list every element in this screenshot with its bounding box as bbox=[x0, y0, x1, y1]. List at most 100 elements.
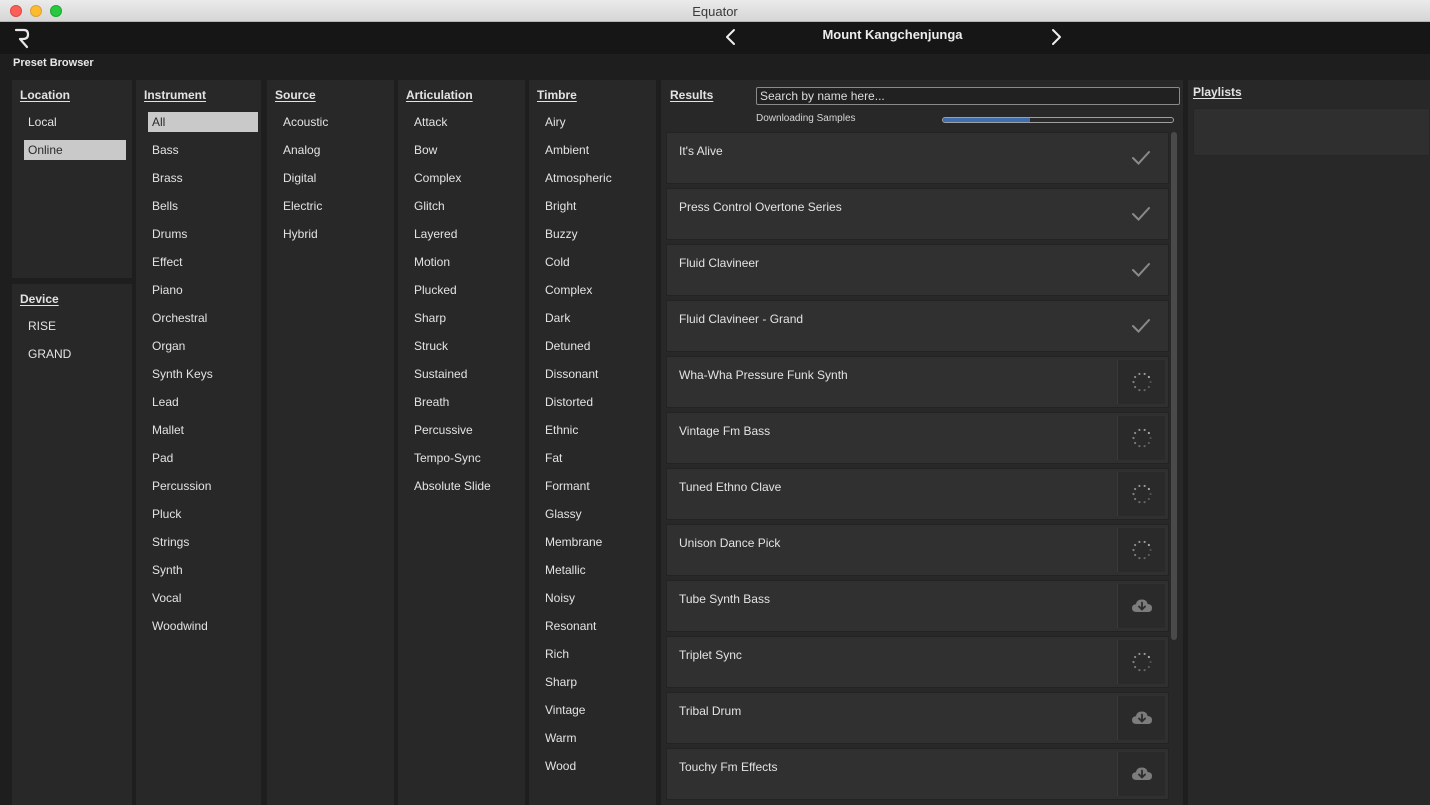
device-item-rise[interactable]: RISE bbox=[20, 316, 126, 344]
timbre-item-dark[interactable]: Dark bbox=[537, 308, 650, 336]
articulation-item-motion[interactable]: Motion bbox=[406, 252, 519, 280]
articulation-item-plucked[interactable]: Plucked bbox=[406, 280, 519, 308]
device-item-grand[interactable]: GRAND bbox=[20, 344, 126, 372]
instrument-item-woodwind[interactable]: Woodwind bbox=[144, 616, 255, 644]
timbre-heading[interactable]: Timbre bbox=[537, 88, 577, 102]
timbre-item-ambient[interactable]: Ambient bbox=[537, 140, 650, 168]
timbre-item-resonant[interactable]: Resonant bbox=[537, 616, 650, 644]
instrument-item-effect[interactable]: Effect bbox=[144, 252, 255, 280]
instrument-item-percussion[interactable]: Percussion bbox=[144, 476, 255, 504]
timbre-item-atmospheric[interactable]: Atmospheric bbox=[537, 168, 650, 196]
timbre-item-airy[interactable]: Airy bbox=[537, 112, 650, 140]
articulation-item-sharp[interactable]: Sharp bbox=[406, 308, 519, 336]
instrument-item-label: Brass bbox=[152, 171, 183, 185]
timbre-item-warm[interactable]: Warm bbox=[537, 728, 650, 756]
download-button[interactable] bbox=[1117, 696, 1165, 740]
result-row[interactable]: Tuned Ethno Clave bbox=[666, 468, 1169, 520]
timbre-item-glassy[interactable]: Glassy bbox=[537, 504, 650, 532]
source-heading[interactable]: Source bbox=[275, 88, 316, 102]
source-item-hybrid[interactable]: Hybrid bbox=[275, 224, 388, 252]
instrument-item-organ[interactable]: Organ bbox=[144, 336, 255, 364]
result-row[interactable]: Triplet Sync bbox=[666, 636, 1169, 688]
result-row[interactable]: It's Alive bbox=[666, 132, 1169, 184]
timbre-item-label: Bright bbox=[545, 199, 577, 213]
next-preset-button[interactable] bbox=[1045, 25, 1067, 49]
source-item-analog[interactable]: Analog bbox=[275, 140, 388, 168]
timbre-item-ethnic[interactable]: Ethnic bbox=[537, 420, 650, 448]
instrument-item-pad[interactable]: Pad bbox=[144, 448, 255, 476]
instrument-item-piano[interactable]: Piano bbox=[144, 280, 255, 308]
results-scrollbar[interactable] bbox=[1171, 132, 1177, 640]
result-row[interactable]: Wha-Wha Pressure Funk Synth bbox=[666, 356, 1169, 408]
articulation-item-attack[interactable]: Attack bbox=[406, 112, 519, 140]
result-row[interactable]: Fluid Clavineer bbox=[666, 244, 1169, 296]
timbre-item-fat[interactable]: Fat bbox=[537, 448, 650, 476]
timbre-item-complex[interactable]: Complex bbox=[537, 280, 650, 308]
result-row[interactable]: Touchy Fm Effects bbox=[666, 748, 1169, 800]
source-item-digital[interactable]: Digital bbox=[275, 168, 388, 196]
timbre-item-noisy[interactable]: Noisy bbox=[537, 588, 650, 616]
instrument-item-vocal[interactable]: Vocal bbox=[144, 588, 255, 616]
playlists-heading[interactable]: Playlists bbox=[1193, 85, 1242, 99]
timbre-item-vintage[interactable]: Vintage bbox=[537, 700, 650, 728]
instrument-item-strings[interactable]: Strings bbox=[144, 532, 255, 560]
articulation-item-tempo-sync[interactable]: Tempo-Sync bbox=[406, 448, 519, 476]
articulation-item-complex[interactable]: Complex bbox=[406, 168, 519, 196]
articulation-item-absolute-slide[interactable]: Absolute Slide bbox=[406, 476, 519, 504]
timbre-item-detuned[interactable]: Detuned bbox=[537, 336, 650, 364]
instrument-item-lead[interactable]: Lead bbox=[144, 392, 255, 420]
playlists-list[interactable] bbox=[1193, 108, 1430, 156]
instrument-item-mallet[interactable]: Mallet bbox=[144, 420, 255, 448]
instrument-item-synth[interactable]: Synth bbox=[144, 560, 255, 588]
timbre-item-label: Fat bbox=[545, 451, 563, 465]
download-button[interactable] bbox=[1117, 584, 1165, 628]
result-row[interactable]: Tribal Drum bbox=[666, 692, 1169, 744]
timbre-item-distorted[interactable]: Distorted bbox=[537, 392, 650, 420]
location-item-online[interactable]: Online bbox=[20, 140, 126, 168]
articulation-heading[interactable]: Articulation bbox=[406, 88, 473, 102]
instrument-item-brass[interactable]: Brass bbox=[144, 168, 255, 196]
articulation-item-glitch[interactable]: Glitch bbox=[406, 196, 519, 224]
instrument-item-label: Vocal bbox=[152, 591, 182, 605]
instrument-heading[interactable]: Instrument bbox=[144, 88, 206, 102]
instrument-item-synth-keys[interactable]: Synth Keys bbox=[144, 364, 255, 392]
instrument-item-bells[interactable]: Bells bbox=[144, 196, 255, 224]
search-input[interactable] bbox=[756, 87, 1180, 105]
timbre-item-rich[interactable]: Rich bbox=[537, 644, 650, 672]
results-heading[interactable]: Results bbox=[670, 88, 713, 102]
instrument-item-bass[interactable]: Bass bbox=[144, 140, 255, 168]
articulation-item-breath[interactable]: Breath bbox=[406, 392, 519, 420]
result-row[interactable]: Press Control Overtone Series bbox=[666, 188, 1169, 240]
articulation-item-sustained[interactable]: Sustained bbox=[406, 364, 519, 392]
instrument-item-drums[interactable]: Drums bbox=[144, 224, 255, 252]
timbre-item-bright[interactable]: Bright bbox=[537, 196, 650, 224]
timbre-item-wood[interactable]: Wood bbox=[537, 756, 650, 784]
articulation-item-layered[interactable]: Layered bbox=[406, 224, 519, 252]
timbre-item-cold[interactable]: Cold bbox=[537, 252, 650, 280]
window-title: Equator bbox=[692, 4, 738, 19]
location-heading[interactable]: Location bbox=[20, 88, 70, 102]
timbre-item-buzzy[interactable]: Buzzy bbox=[537, 224, 650, 252]
source-item-electric[interactable]: Electric bbox=[275, 196, 388, 224]
timbre-item-dissonant[interactable]: Dissonant bbox=[537, 364, 650, 392]
timbre-item-formant[interactable]: Formant bbox=[537, 476, 650, 504]
result-row[interactable]: Fluid Clavineer - Grand bbox=[666, 300, 1169, 352]
timbre-item-metallic[interactable]: Metallic bbox=[537, 560, 650, 588]
previous-preset-button[interactable] bbox=[720, 25, 742, 49]
instrument-item-pluck[interactable]: Pluck bbox=[144, 504, 255, 532]
result-row[interactable]: Unison Dance Pick bbox=[666, 524, 1169, 576]
device-heading[interactable]: Device bbox=[20, 292, 59, 306]
instrument-item-all[interactable]: All bbox=[144, 112, 258, 140]
timbre-item-membrane[interactable]: Membrane bbox=[537, 532, 650, 560]
articulation-item-bow[interactable]: Bow bbox=[406, 140, 519, 168]
articulation-item-percussive[interactable]: Percussive bbox=[406, 420, 519, 448]
source-item-label: Electric bbox=[283, 199, 323, 213]
source-item-acoustic[interactable]: Acoustic bbox=[275, 112, 388, 140]
instrument-item-orchestral[interactable]: Orchestral bbox=[144, 308, 255, 336]
location-item-local[interactable]: Local bbox=[20, 112, 126, 140]
timbre-item-sharp[interactable]: Sharp bbox=[537, 672, 650, 700]
download-button[interactable] bbox=[1117, 752, 1165, 796]
result-row[interactable]: Tube Synth Bass bbox=[666, 580, 1169, 632]
result-row[interactable]: Vintage Fm Bass bbox=[666, 412, 1169, 464]
articulation-item-struck[interactable]: Struck bbox=[406, 336, 519, 364]
